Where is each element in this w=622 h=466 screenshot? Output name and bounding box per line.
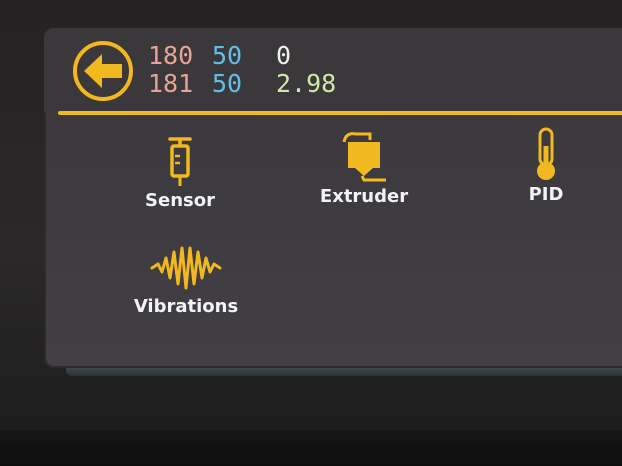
- back-button[interactable]: [72, 40, 134, 102]
- syringe-icon: [168, 137, 192, 186]
- menu-item-vibrations[interactable]: Vibrations: [124, 242, 248, 317]
- menu-item-extruder[interactable]: Extruder: [312, 130, 416, 207]
- touch-screen: 180 50 0 181 50 2.98 Sensor Extruder PID…: [44, 28, 622, 368]
- fan-target: 0: [276, 41, 292, 70]
- header-divider: [58, 111, 622, 115]
- arrow-left-icon: [73, 41, 133, 101]
- waveform-icon: [150, 246, 222, 290]
- menu-item-label: Sensor: [145, 190, 215, 211]
- extruder-target: 180: [148, 41, 194, 70]
- menu-item-label: Vibrations: [133, 296, 239, 317]
- current-values-row: 181 50 2.98: [148, 70, 336, 98]
- thermometer-icon: [537, 127, 555, 180]
- bed-target: 50: [212, 41, 243, 70]
- menu-item-label: PID: [528, 184, 564, 205]
- extruder-icon: [342, 132, 386, 182]
- fan-current: 2.98: [276, 69, 337, 98]
- status-header: 180 50 0 181 50 2.98: [44, 28, 622, 112]
- bed-current: 50: [212, 69, 243, 98]
- menu-item-pid[interactable]: PID: [514, 126, 578, 205]
- extruder-current: 181: [148, 69, 194, 98]
- menu-item-label: Extruder: [319, 186, 409, 207]
- target-values-row: 180 50 0: [148, 42, 336, 70]
- menu-item-sensor[interactable]: Sensor: [132, 136, 228, 211]
- bezel-bottom: [0, 430, 622, 466]
- temperature-readout: 180 50 0 181 50 2.98: [148, 42, 336, 98]
